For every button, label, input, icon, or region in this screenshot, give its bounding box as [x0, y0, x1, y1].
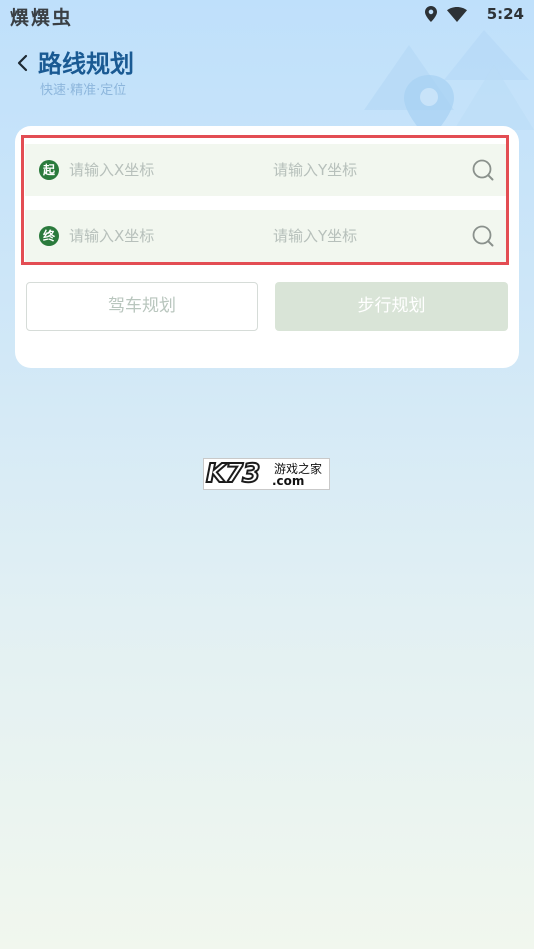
watermark-domain: .com	[272, 474, 305, 488]
page-title: 路线规划	[38, 50, 134, 78]
drive-plan-button[interactable]: 驾车规划	[26, 282, 258, 331]
watermark-brand: K73	[205, 458, 261, 490]
status-app-name: 熼熼虫	[10, 7, 74, 29]
page-subtitle: 快速·精准·定位	[40, 83, 127, 98]
watermark-logo: K73 游戏之家 .com	[203, 458, 330, 490]
map-pin-decoration-icon	[364, 30, 534, 130]
input-highlight-box	[21, 135, 509, 265]
walk-plan-button[interactable]: 步行规划	[275, 282, 508, 331]
back-button[interactable]	[14, 49, 32, 77]
